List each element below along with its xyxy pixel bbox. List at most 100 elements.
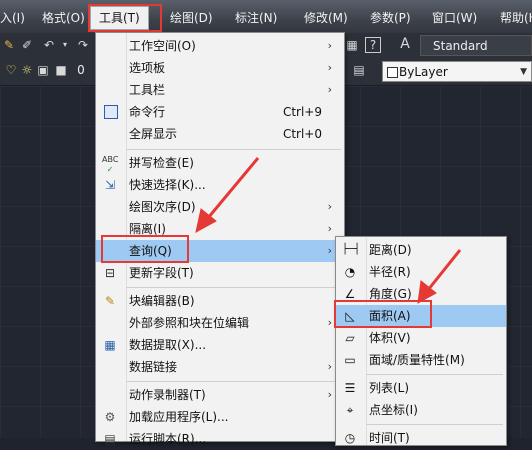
menu-item-clean-screen[interactable]: 全屏显示 Ctrl+0 <box>96 123 344 145</box>
menu-item-label: 命令行 <box>129 105 166 119</box>
block-editor-icon: ✎ <box>104 294 116 308</box>
chevron-down-icon[interactable]: ▼ <box>520 62 527 82</box>
inquiry-submenu: ├─┤ 距离(D) ◔ 半径(R) ∠ 角度(G) ◺ 面积(A) ▱ 体积(V… <box>335 236 507 446</box>
submenu-arrow-icon: › <box>327 222 332 235</box>
menu-item-isolate[interactable]: 隔离(I) › <box>96 218 344 240</box>
text-style-icon[interactable]: A <box>398 37 412 51</box>
menu-item-radius[interactable]: ◔ 半径(R) <box>336 261 506 283</box>
undo-icon[interactable]: ↶ <box>42 38 56 52</box>
menu-item-label: 距离(D) <box>369 243 412 257</box>
menu-modify[interactable]: 修改(M) <box>304 8 348 28</box>
menu-item-shortcut: Ctrl+0 <box>282 127 322 141</box>
menu-item-label: 绘图次序(D) <box>129 200 196 214</box>
layer-on-icon[interactable]: ♡ <box>4 63 18 77</box>
layer-color-icon[interactable]: ■ <box>54 63 68 77</box>
text-style-combo[interactable]: Standard <box>420 35 532 56</box>
menu-item-workspace[interactable]: 工作空间(O) › <box>96 35 344 57</box>
menu-separator <box>126 381 341 382</box>
submenu-arrow-icon: › <box>327 388 332 401</box>
update-fields-icon: ⊟ <box>104 266 116 280</box>
menu-item-toolbars[interactable]: 工具栏 › <box>96 79 344 101</box>
menu-item-block-editor[interactable]: ✎ 块编辑器(B) <box>96 290 344 312</box>
tools-dropdown-menu: 工作空间(O) › 选项板 › 工具栏 › 命令行 Ctrl+9 全屏显示 Ct… <box>95 32 345 446</box>
menu-item-data-extraction[interactable]: ▦ 数据提取(X)... <box>96 334 344 356</box>
layer-freeze-icon[interactable]: ☼ <box>20 63 34 77</box>
menu-dimension[interactable]: 标注(N) <box>235 8 277 28</box>
layer-name-text: 0 <box>77 63 85 77</box>
menu-item-label: 快速选择(K)... <box>129 178 206 192</box>
menu-item-list[interactable]: ☰ 列表(L) <box>336 377 506 399</box>
angle-icon: ∠ <box>344 287 356 301</box>
menu-bar: 入(I) 格式(O) 工具(T) 绘图(D) 标注(N) 修改(M) 参数(P)… <box>0 0 532 34</box>
text-style-value: Standard <box>433 39 488 53</box>
menu-item-label: 全屏显示 <box>129 127 178 141</box>
menu-item-time[interactable]: ◷ 时间(T) <box>336 427 506 449</box>
menu-item-spelling[interactable]: ABC ✓ 拼写检查(E) <box>96 152 344 174</box>
menu-item-run-script[interactable]: ▤ 运行脚本(R)... <box>96 428 344 450</box>
menu-item-distance[interactable]: ├─┤ 距离(D) <box>336 239 506 261</box>
menu-item-data-links[interactable]: 数据链接 › <box>96 356 344 378</box>
command-line-icon <box>104 105 118 119</box>
menu-item-load-application[interactable]: ⚙ 加载应用程序(L)... <box>96 406 344 428</box>
mass-properties-icon: ▭ <box>344 353 356 367</box>
menu-item-update-fields[interactable]: ⊟ 更新字段(T) <box>96 262 344 284</box>
calculator-icon[interactable]: ▦ <box>345 38 359 52</box>
layer-lock-icon[interactable]: ▣ <box>36 63 50 77</box>
menu-item-command-line[interactable]: 命令行 Ctrl+9 <box>96 101 344 123</box>
radius-icon: ◔ <box>344 265 356 279</box>
menu-item-inquiry[interactable]: 查询(Q) › <box>96 240 344 262</box>
load-application-icon: ⚙ <box>104 410 116 424</box>
submenu-arrow-icon: › <box>327 360 332 373</box>
quick-select-icon: ⇲ <box>104 178 116 192</box>
layer-color-combo[interactable]: ByLayer ▼ <box>382 61 532 82</box>
menu-item-label: 外部参照和块在位编辑 <box>129 316 250 330</box>
menu-format[interactable]: 格式(O) <box>42 8 85 28</box>
menu-parameter[interactable]: 参数(P) <box>370 8 411 28</box>
menu-item-label: 时间(T) <box>369 431 410 445</box>
menu-draw[interactable]: 绘图(D) <box>170 8 213 28</box>
id-point-icon: ⌖ <box>346 403 354 417</box>
menu-separator <box>366 424 503 425</box>
submenu-arrow-icon: › <box>327 83 332 96</box>
undo-dropdown-icon[interactable]: ▾ <box>58 38 72 52</box>
menu-item-draw-order[interactable]: 绘图次序(D) › <box>96 196 344 218</box>
menu-item-label: 列表(L) <box>369 381 410 395</box>
match-properties-icon[interactable]: ✎ <box>2 38 16 52</box>
menu-insert[interactable]: 入(I) <box>0 8 25 28</box>
clock-icon: ◷ <box>344 431 356 445</box>
list-icon: ☰ <box>344 381 356 395</box>
menu-window[interactable]: 窗口(W) <box>432 8 477 28</box>
brush-icon[interactable]: ✐ <box>20 38 34 52</box>
menu-item-label: 块编辑器(B) <box>129 294 195 308</box>
menu-item-label: 工具栏 <box>129 83 166 97</box>
submenu-arrow-icon: › <box>327 244 332 257</box>
menu-item-action-recorder[interactable]: 动作录制器(T) › <box>96 384 344 406</box>
menu-item-shortcut: Ctrl+9 <box>282 105 322 119</box>
layer-color-value: ByLayer <box>399 65 448 79</box>
menu-item-area[interactable]: ◺ 面积(A) <box>336 305 506 327</box>
run-script-icon: ▤ <box>104 432 116 446</box>
menu-help[interactable]: 帮助(H <box>500 8 532 28</box>
menu-item-label: 拼写检查(E) <box>129 156 194 170</box>
menu-item-palettes[interactable]: 选项板 › <box>96 57 344 79</box>
menu-item-label: 选项板 <box>129 61 166 75</box>
submenu-arrow-icon: › <box>327 39 332 52</box>
help-icon[interactable]: ? <box>365 37 381 53</box>
menu-item-label: 面积(A) <box>369 309 411 323</box>
menu-item-region-mass-properties[interactable]: ▭ 面域/质量特性(M) <box>336 349 506 371</box>
spell-check-icon: ABC ✓ <box>102 155 119 174</box>
menu-item-label: 数据提取(X)... <box>129 338 207 352</box>
menu-item-label: 点坐标(I) <box>369 403 418 417</box>
menu-item-xref-inplace-edit[interactable]: 外部参照和块在位编辑 › <box>96 312 344 334</box>
menu-item-label: 更新字段(T) <box>129 266 194 280</box>
menu-item-angle[interactable]: ∠ 角度(G) <box>336 283 506 305</box>
menu-item-label: 工作空间(O) <box>129 39 196 53</box>
menu-item-volume[interactable]: ▱ 体积(V) <box>336 327 506 349</box>
menu-tools[interactable]: 工具(T) <box>90 6 149 30</box>
menu-item-id-point[interactable]: ⌖ 点坐标(I) <box>336 399 506 421</box>
layer-properties-icon[interactable]: ▤ <box>352 63 366 77</box>
menu-item-quick-select[interactable]: ⇲ 快速选择(K)... <box>96 174 344 196</box>
redo-icon[interactable]: ↷ <box>76 38 90 52</box>
volume-icon: ▱ <box>345 331 355 345</box>
data-extraction-icon: ▦ <box>104 338 116 352</box>
